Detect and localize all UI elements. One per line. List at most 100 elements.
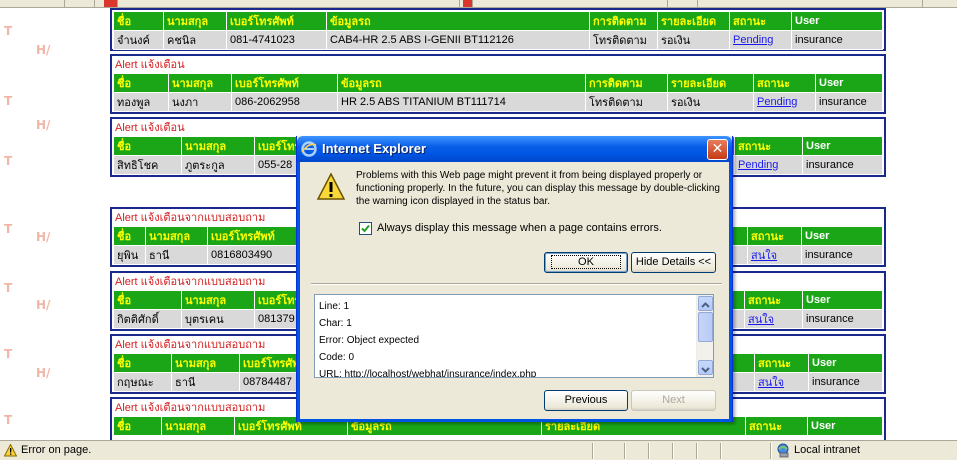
status-link[interactable]: สนใจ (748, 314, 774, 326)
table-row: ทองพูล นงภา 086-2062958 HR 2.5 ABS TITAN… (113, 92, 883, 112)
scroll-up-button[interactable] (698, 296, 713, 311)
col-header-user: User (801, 226, 883, 246)
alert-table: ชื่อ นามสกุล เบอร์โทรศัพท์ ข้อมูลรถ การต… (113, 11, 883, 50)
sidebar-letter: T (4, 413, 13, 427)
cell-surname: คชนิล (163, 30, 227, 50)
toolbar-tab-icon[interactable] (463, 0, 473, 7)
sidebar-letter: T (4, 281, 13, 295)
col-header-car: ข้อมูลรถ (326, 11, 590, 31)
col-header-user: User (807, 416, 883, 436)
toolbar-segment[interactable] (0, 0, 65, 7)
col-header-status: สถานะ (744, 290, 803, 310)
dialog-title: Internet Explorer (322, 141, 427, 156)
toolbar-segment[interactable] (118, 0, 460, 7)
dialog-body: Problems with this Web page might preven… (297, 162, 732, 422)
zone-text: Local intranet (794, 444, 861, 456)
checkbox-label[interactable]: Always display this message when a page … (377, 222, 662, 234)
sidebar-letter: H/ (36, 298, 51, 312)
cell-name: กิตติศักดิ์ (113, 309, 182, 329)
col-header-detail: รายละเอียด (667, 73, 754, 93)
table-row: จำนงค์ คชนิล 081-4741023 CAB4-HR 2.5 ABS… (113, 30, 883, 50)
sidebar-letter: T (4, 347, 13, 361)
cell-status: สนใจ (744, 309, 803, 329)
cell-follow: โทรติดตาม (589, 30, 658, 50)
cell-detail: รอเงิน (667, 92, 754, 112)
statusbar-divider (624, 443, 626, 459)
next-button[interactable]: Next (631, 390, 716, 411)
statusbar-divider (770, 443, 772, 459)
warning-icon[interactable] (4, 444, 17, 457)
cell-user: insurance (808, 372, 883, 392)
error-details-box[interactable]: Line: 1 Char: 1 Error: Object expected C… (314, 294, 714, 378)
detail-line: Line: 1 (319, 301, 350, 312)
details-scrollbar[interactable] (696, 295, 713, 377)
cell-surname: นงภา (168, 92, 232, 112)
close-icon: ✕ (711, 141, 724, 157)
statusbar-divider (592, 443, 594, 459)
cell-name: สิทธิโชค (113, 155, 182, 175)
cell-status: สนใจ (747, 245, 802, 265)
status-link[interactable]: สนใจ (751, 250, 777, 262)
cell-user: insurance (801, 245, 883, 265)
status-link[interactable]: Pending (757, 96, 797, 108)
ok-button[interactable]: OK (544, 252, 628, 273)
alert-title: Alert แจ้งเตือน (115, 59, 185, 71)
col-header-user: User (815, 73, 883, 93)
col-header-name: ชื่อ (113, 226, 146, 246)
always-display-checkbox[interactable] (359, 222, 372, 235)
scroll-down-button[interactable] (698, 360, 713, 375)
cell-name: ทองพูล (113, 92, 169, 112)
col-header-user: User (802, 136, 883, 156)
chevron-down-icon (701, 367, 710, 373)
alert-box: Alert แจ้งเตือน ชื่อ นามสกุล เบอร์โทรศัพ… (110, 54, 886, 114)
cell-status: สนใจ (754, 372, 809, 392)
detail-url: URL: http://localhost/webhat/insurance/i… (319, 369, 537, 378)
col-header-detail: รายละเอียด (657, 11, 730, 31)
sidebar-letter: T (4, 154, 13, 168)
scroll-thumb[interactable] (698, 312, 713, 342)
col-header-status: สถานะ (753, 73, 816, 93)
cell-follow: โทรติดตาม (585, 92, 668, 112)
cell-name: ยุพิน (113, 245, 146, 265)
statusbar-divider (648, 443, 650, 459)
previous-button[interactable]: Previous (544, 390, 628, 411)
status-link[interactable]: Pending (733, 34, 773, 46)
col-header-user: User (791, 11, 883, 31)
col-header-status: สถานะ (734, 136, 803, 156)
hide-details-button[interactable]: Hide Details << (631, 252, 716, 273)
cell-surname: ธานี (145, 245, 208, 265)
cell-status: Pending (729, 30, 792, 50)
status-text[interactable]: Error on page. (21, 444, 91, 456)
col-header-surname: นามสกุล (181, 290, 255, 310)
toolbar-segment[interactable] (473, 0, 668, 7)
alert-box: ชื่อ นามสกุล เบอร์โทรศัพท์ ข้อมูลรถ การต… (110, 8, 886, 51)
col-header-follow: การติดตาม (585, 73, 668, 93)
col-header-name: ชื่อ (113, 290, 182, 310)
statusbar-divider (720, 443, 722, 459)
close-button[interactable]: ✕ (707, 139, 728, 160)
sidebar-letter: H/ (36, 118, 51, 132)
toolbar-segment[interactable] (698, 0, 923, 7)
statusbar-divider (672, 443, 674, 459)
cell-surname: ธานี (171, 372, 240, 392)
dialog-titlebar[interactable]: Internet Explorer ✕ (297, 136, 732, 162)
cell-user: insurance (791, 30, 883, 50)
status-link[interactable]: สนใจ (758, 377, 784, 389)
sidebar-letter: H/ (36, 43, 51, 57)
col-header-name: ชื่อ (113, 416, 162, 436)
cell-detail: รอเงิน (657, 30, 730, 50)
toolbar-segment[interactable] (65, 0, 95, 7)
cell-car: CAB4-HR 2.5 ABS I-GENII BT112126 (326, 30, 590, 50)
alert-table: ชื่อ นามสกุล เบอร์โทรศัพท์ ข้อมูลรถ การต… (113, 73, 883, 112)
cell-user: insurance (802, 155, 883, 175)
toolbar-tab-icon[interactable] (104, 0, 118, 7)
col-header-status: สถานะ (745, 416, 808, 436)
internet-explorer-icon (301, 141, 317, 157)
status-link[interactable]: Pending (738, 159, 778, 171)
toolbar-segment[interactable] (668, 0, 698, 7)
divider (311, 283, 722, 285)
dialog-message: Problems with this Web page might preven… (356, 170, 720, 207)
col-header-surname: นามสกุล (168, 73, 232, 93)
detail-error: Error: Object expected (319, 335, 420, 346)
cell-status: Pending (734, 155, 803, 175)
